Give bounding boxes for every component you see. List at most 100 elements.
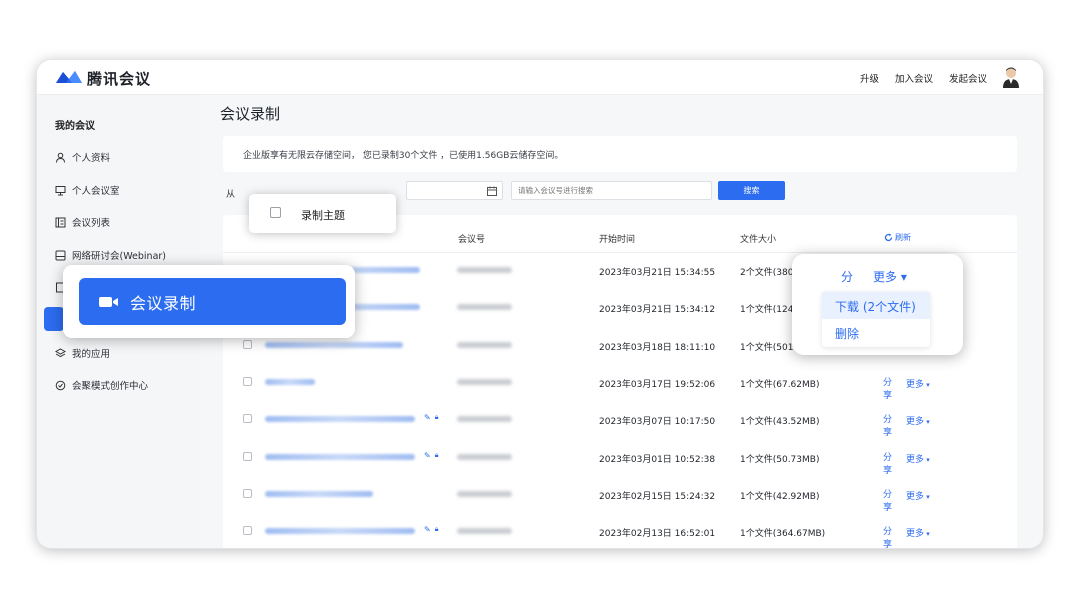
- page-title: 会议录制: [220, 105, 281, 123]
- row-title-actions: ✎ 🔒︎: [424, 525, 438, 534]
- recording-title-redacted[interactable]: [265, 453, 415, 460]
- more-dropdown-trigger[interactable]: 更多 ▾: [906, 414, 930, 427]
- more-label: 更多: [906, 454, 925, 465]
- share-link[interactable]: 分享: [883, 526, 893, 548]
- refresh-button[interactable]: 刷新: [884, 232, 911, 243]
- column-meeting-id: 会议号: [458, 235, 486, 245]
- meeting-id-search-input[interactable]: [511, 181, 712, 200]
- share-link[interactable]: 分享: [883, 489, 893, 515]
- caret-down-icon: ▾: [924, 492, 930, 501]
- refresh-label: 刷新: [895, 233, 911, 242]
- row-checkbox[interactable]: [243, 414, 252, 424]
- file-size-cell: 2个文件(380: [740, 268, 794, 278]
- list-icon: [55, 217, 66, 227]
- more-dropdown-trigger[interactable]: 更多 ▾: [906, 489, 930, 502]
- edit-icon[interactable]: ✎: [424, 525, 431, 534]
- storage-notice: 企业版享有无限云存储空间， 您已录制30个文件 ，已使用1.56GB云储存空间。: [223, 136, 1017, 172]
- meeting-id-redacted: [457, 267, 512, 273]
- sidebar-title: 我的会议: [55, 121, 95, 132]
- more-dropdown-trigger[interactable]: 更多 ▾: [906, 377, 930, 390]
- more-label: 更多: [906, 491, 925, 502]
- row-checkbox[interactable]: [243, 526, 252, 536]
- search-button[interactable]: 搜索: [718, 181, 785, 200]
- table-row: 2023年03月17日 19:52:06 1个文件(67.62MB) 分享 更多 ▾: [223, 367, 1017, 404]
- end-date-picker[interactable]: [406, 181, 503, 200]
- sidebar-item-label: 会聚模式创作中心: [72, 381, 149, 392]
- share-link[interactable]: 分享: [883, 414, 893, 440]
- sidebar-item-label: 我的应用: [72, 349, 111, 360]
- more-dropdown-trigger[interactable]: 更多 ▾: [906, 526, 930, 539]
- meeting-id-redacted: [457, 378, 512, 385]
- edit-icon[interactable]: ✎: [424, 413, 431, 422]
- tencent-meeting-logo-icon[interactable]: [54, 67, 84, 87]
- meeting-id-redacted: [457, 490, 512, 497]
- share-link[interactable]: 分享: [883, 377, 893, 403]
- row-checkbox[interactable]: [243, 451, 252, 461]
- top-actions: 升级 加入会议 发起会议: [860, 71, 987, 85]
- edit-icon[interactable]: ✎: [424, 451, 431, 460]
- more-label: 更多: [906, 417, 925, 428]
- sidebar-item-label: 会议列表: [72, 218, 111, 229]
- topic-checkbox-callout: 录制主题: [249, 194, 396, 233]
- meeting-id-redacted: [457, 341, 512, 348]
- start-time-cell: 2023年03月01日 10:52:38: [599, 454, 716, 465]
- sidebar-item-creation-center[interactable]: 会聚模式创作中心: [55, 377, 148, 393]
- more-label: 更多: [873, 270, 898, 284]
- caret-down-icon: ▾: [924, 380, 930, 389]
- row-checkbox[interactable]: [243, 339, 252, 349]
- file-size-cell: 1个文件(42.92MB): [740, 491, 820, 502]
- share-link[interactable]: 分享: [883, 452, 893, 478]
- join-meeting-link[interactable]: 加入会议: [895, 71, 933, 85]
- more-dropdown-trigger[interactable]: 更多 ▾: [906, 452, 930, 465]
- more-label: 更多: [906, 529, 925, 540]
- row-title-actions: ✎ 🔒︎: [424, 413, 438, 422]
- sidebar-item-meeting-list[interactable]: 会议列表: [55, 214, 110, 230]
- row-title-actions: ✎ 🔒︎: [424, 451, 438, 460]
- sidebar-item-recording[interactable]: 会议录制: [79, 278, 346, 325]
- column-start-time: 开始时间: [599, 235, 636, 245]
- row-checkbox[interactable]: [243, 376, 252, 386]
- recording-title-redacted[interactable]: [265, 490, 373, 497]
- sidebar-item-label: 个人资料: [72, 153, 111, 164]
- more-dropdown-menu: 下载 (2个文件) 删除: [822, 292, 930, 347]
- refresh-icon: [884, 233, 893, 242]
- recording-title-redacted[interactable]: [265, 378, 315, 385]
- recording-title-redacted[interactable]: [265, 416, 415, 423]
- download-menu-item[interactable]: 下载 (2个文件): [822, 292, 930, 319]
- recording-title-redacted[interactable]: [265, 341, 403, 348]
- start-time-cell: 2023年03月21日 15:34:12: [599, 305, 716, 316]
- file-size-cell: 1个文件(67.62MB): [740, 379, 820, 390]
- person-icon: [56, 152, 65, 163]
- share-link[interactable]: 分享: [841, 269, 855, 287]
- sidebar-item-profile[interactable]: 个人资料: [55, 149, 110, 165]
- recording-title-redacted[interactable]: [265, 528, 415, 535]
- table-row: 2023年02月15日 15:24:32 1个文件(42.92MB) 分享 更多 ▾: [223, 479, 1017, 516]
- file-size-cell: 1个文件(364.67MB): [740, 529, 826, 540]
- caret-down-icon: ▾: [924, 530, 930, 539]
- meeting-id-redacted: [457, 453, 512, 460]
- sidebar-item-personal-room[interactable]: 个人会议室: [55, 182, 120, 198]
- caret-down-icon: ▾: [924, 455, 930, 464]
- delete-menu-item[interactable]: 删除: [822, 320, 930, 347]
- caret-down-icon: ▾: [924, 418, 930, 427]
- upgrade-link[interactable]: 升级: [860, 71, 879, 85]
- lock-icon[interactable]: 🔒︎: [435, 525, 439, 534]
- start-time-cell: 2023年02月13日 16:52:01: [599, 529, 716, 540]
- video-camera-icon: [99, 297, 118, 307]
- start-meeting-link[interactable]: 发起会议: [949, 71, 987, 85]
- table-row: ✎ 🔒︎ 2023年03月01日 10:52:38 1个文件(50.73MB) 分享 更多…: [223, 442, 1017, 479]
- more-dropdown-trigger[interactable]: 更多 ▾: [873, 268, 907, 285]
- lock-icon[interactable]: 🔒︎: [435, 451, 439, 460]
- more-menu-callout: 分享 更多 ▾ 下载 (2个文件) 删除: [792, 254, 963, 355]
- column-file-size: 文件大小: [740, 235, 777, 245]
- sidebar-item-my-apps[interactable]: 我的应用: [55, 345, 110, 361]
- lock-icon[interactable]: 🔒︎: [435, 413, 439, 422]
- user-avatar[interactable]: [1001, 66, 1021, 88]
- select-all-checkbox[interactable]: [270, 207, 281, 218]
- file-size-cell: 1个文件(124.: [740, 305, 797, 316]
- sidebar-item-label: 个人会议室: [72, 186, 120, 197]
- sidebar-item-webinar[interactable]: 网络研讨会(Webinar): [55, 247, 166, 263]
- row-checkbox[interactable]: [243, 488, 252, 498]
- sidebar-item-recording-active[interactable]: [44, 307, 64, 331]
- start-time-cell: 2023年03月18日 18:11:10: [599, 342, 716, 353]
